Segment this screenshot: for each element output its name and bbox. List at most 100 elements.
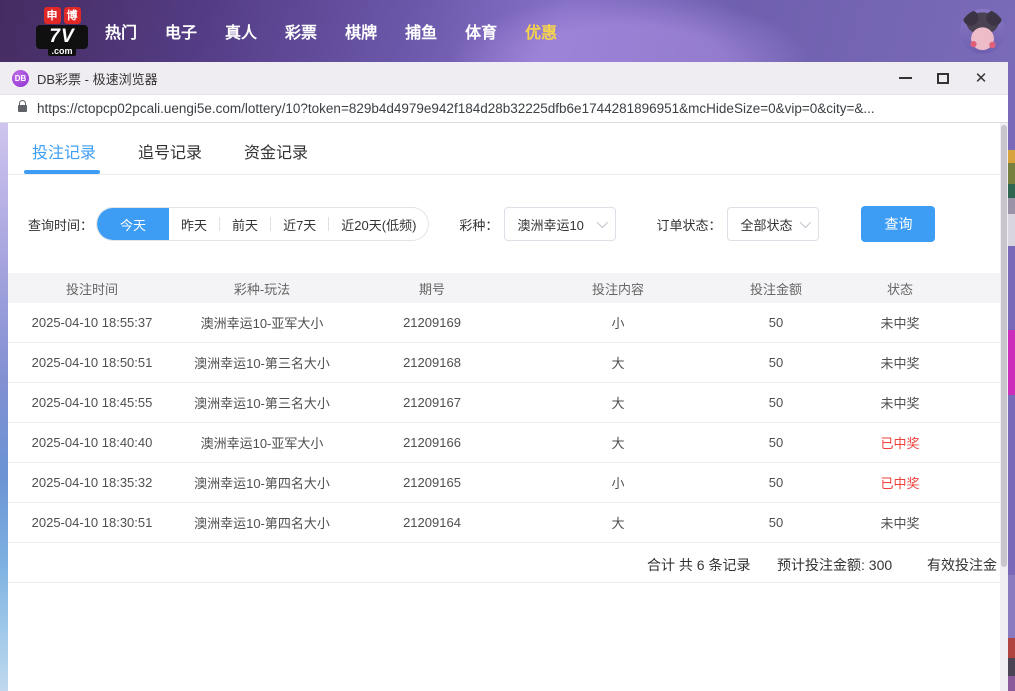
time-option-yesterday[interactable]: 昨天 bbox=[169, 207, 219, 241]
nav-item-slots[interactable]: 电子 bbox=[165, 19, 197, 43]
cell-bet-content: 大 bbox=[516, 513, 720, 532]
cell-bet-amount: 50 bbox=[720, 315, 832, 330]
col-game-play: 彩种-玩法 bbox=[176, 279, 348, 298]
table-header: 投注时间 彩种-玩法 期号 投注内容 投注金额 状态 bbox=[8, 273, 1000, 303]
nav-item-live[interactable]: 真人 bbox=[225, 19, 257, 43]
logo-badge-bo: 博 bbox=[64, 7, 81, 24]
cell-game-play: 澳洲幸运10-第三名大小 bbox=[176, 393, 348, 412]
table-row: 2025-04-10 18:30:51 澳洲幸运10-第四名大小 2120916… bbox=[8, 503, 1000, 543]
cell-bet-time: 2025-04-10 18:50:51 bbox=[8, 355, 176, 370]
summary-total-records: 合计 共 6 条记录 bbox=[647, 555, 750, 575]
status-select[interactable]: 全部状态 bbox=[727, 207, 819, 241]
status-select-value: 全部状态 bbox=[740, 215, 792, 234]
cell-bet-content: 大 bbox=[516, 433, 720, 452]
filter-bar: 查询时间： 今天 昨天 前天 近7天 近20天(低频) 彩种： 澳洲幸运10 bbox=[28, 207, 1000, 241]
cell-game-play: 澳洲幸运10-亚军大小 bbox=[176, 433, 348, 452]
time-option-7days[interactable]: 近7天 bbox=[271, 207, 328, 241]
cell-bet-time: 2025-04-10 18:30:51 bbox=[8, 515, 176, 530]
cell-bet-content: 大 bbox=[516, 353, 720, 372]
col-bet-amount: 投注金额 bbox=[720, 279, 832, 298]
scrollbar-thumb[interactable] bbox=[1001, 125, 1007, 567]
cell-issue: 21209169 bbox=[348, 315, 516, 330]
minimize-icon bbox=[899, 77, 912, 79]
close-icon: ✕ bbox=[975, 71, 988, 86]
summary-row: 合计 共 6 条记录 预计投注金额: 300 有效投注金 bbox=[8, 543, 1000, 583]
cell-bet-time: 2025-04-10 18:45:55 bbox=[8, 395, 176, 410]
maximize-button[interactable] bbox=[924, 65, 962, 91]
nav-item-hot[interactable]: 热门 bbox=[105, 19, 137, 43]
logo-com: .com bbox=[48, 46, 75, 56]
tab-chase-records[interactable]: 追号记录 bbox=[138, 139, 202, 174]
cell-bet-content: 大 bbox=[516, 393, 720, 412]
maximize-icon bbox=[937, 73, 949, 84]
logo-badge-shen: 申 bbox=[44, 7, 61, 24]
table-row: 2025-04-10 18:55:37 澳洲幸运10-亚军大小 21209169… bbox=[8, 303, 1000, 343]
cell-game-play: 澳洲幸运10-第三名大小 bbox=[176, 353, 348, 372]
cell-bet-amount: 50 bbox=[720, 475, 832, 490]
col-status: 状态 bbox=[832, 279, 968, 298]
cell-bet-time: 2025-04-10 18:35:32 bbox=[8, 475, 176, 490]
tab-bet-records[interactable]: 投注记录 bbox=[32, 139, 96, 174]
time-option-day-before[interactable]: 前天 bbox=[220, 207, 270, 241]
time-option-20days[interactable]: 近20天(低频) bbox=[329, 207, 428, 241]
browser-titlebar[interactable]: DB DB彩票 - 极速浏览器 ✕ bbox=[0, 62, 1008, 95]
status-badge: 未中奖 bbox=[832, 513, 968, 532]
col-issue: 期号 bbox=[348, 279, 516, 298]
browser-app-icon: DB bbox=[12, 70, 29, 87]
cell-bet-amount: 50 bbox=[720, 515, 832, 530]
close-button[interactable]: ✕ bbox=[962, 65, 1000, 91]
search-button[interactable]: 查询 bbox=[861, 206, 935, 242]
table-row: 2025-04-10 18:45:55 澳洲幸运10-第三名大小 2120916… bbox=[8, 383, 1000, 423]
site-logo[interactable]: 申 博 7V .com bbox=[33, 7, 91, 56]
cell-bet-content: 小 bbox=[516, 313, 720, 332]
cell-issue: 21209165 bbox=[348, 475, 516, 490]
site-nav-menu: 热门 电子 真人 彩票 棋牌 捕鱼 体育 优惠 bbox=[105, 19, 557, 43]
nav-item-sports[interactable]: 体育 bbox=[465, 19, 497, 43]
status-badge-won: 已中奖 bbox=[832, 433, 968, 452]
minimize-button[interactable] bbox=[886, 65, 924, 91]
browser-title: DB彩票 - 极速浏览器 bbox=[37, 69, 158, 88]
cell-game-play: 澳洲幸运10-第四名大小 bbox=[176, 473, 348, 492]
table-row: 2025-04-10 18:35:32 澳洲幸运10-第四名大小 2120916… bbox=[8, 463, 1000, 503]
status-badge: 未中奖 bbox=[832, 353, 968, 372]
scrollbar[interactable] bbox=[1000, 123, 1008, 691]
logo-7v: 7V bbox=[36, 25, 88, 49]
nav-item-promotions[interactable]: 优惠 bbox=[525, 19, 557, 43]
lock-icon bbox=[18, 105, 27, 112]
tab-fund-records[interactable]: 资金记录 bbox=[244, 139, 308, 174]
cell-bet-time: 2025-04-10 18:40:40 bbox=[8, 435, 176, 450]
chevron-down-icon bbox=[800, 217, 811, 228]
user-avatar[interactable] bbox=[960, 9, 1005, 54]
logo-badges: 申 博 bbox=[44, 7, 81, 24]
lottery-filter-label: 彩种： bbox=[459, 215, 498, 234]
lottery-select[interactable]: 澳洲幸运10 bbox=[504, 207, 616, 241]
page-content: 投注记录 追号记录 资金记录 查询时间： 今天 昨天 前天 近7天 近20天(低… bbox=[8, 123, 1000, 691]
nav-item-lottery[interactable]: 彩票 bbox=[285, 19, 317, 43]
nav-item-fishing[interactable]: 捕鱼 bbox=[405, 19, 437, 43]
browser-window: DB DB彩票 - 极速浏览器 ✕ https://ctopcp02pcali.… bbox=[0, 62, 1008, 691]
time-filter-group: 今天 昨天 前天 近7天 近20天(低频) bbox=[96, 207, 429, 241]
cell-game-play: 澳洲幸运10-第四名大小 bbox=[176, 513, 348, 532]
table-row: 2025-04-10 18:40:40 澳洲幸运10-亚军大小 21209166… bbox=[8, 423, 1000, 463]
browser-viewport: 投注记录 追号记录 资金记录 查询时间： 今天 昨天 前天 近7天 近20天(低… bbox=[0, 123, 1008, 691]
record-tabs: 投注记录 追号记录 资金记录 bbox=[8, 123, 1000, 175]
status-badge: 未中奖 bbox=[832, 313, 968, 332]
cell-issue: 21209166 bbox=[348, 435, 516, 450]
page-left-gradient bbox=[0, 123, 8, 691]
cell-issue: 21209167 bbox=[348, 395, 516, 410]
time-option-today[interactable]: 今天 bbox=[97, 207, 169, 241]
cell-issue: 21209164 bbox=[348, 515, 516, 530]
time-filter-label: 查询时间： bbox=[28, 215, 93, 234]
col-bet-content: 投注内容 bbox=[516, 279, 720, 298]
cell-bet-amount: 50 bbox=[720, 435, 832, 450]
nav-item-chess[interactable]: 棋牌 bbox=[345, 19, 377, 43]
table-row: 2025-04-10 18:50:51 澳洲幸运10-第三名大小 2120916… bbox=[8, 343, 1000, 383]
status-badge-won: 已中奖 bbox=[832, 473, 968, 492]
browser-urlbar[interactable]: https://ctopcp02pcali.uengi5e.com/lotter… bbox=[0, 95, 1008, 123]
url-text[interactable]: https://ctopcp02pcali.uengi5e.com/lotter… bbox=[37, 101, 875, 116]
cell-bet-content: 小 bbox=[516, 473, 720, 492]
background-page-sliver bbox=[1008, 62, 1015, 691]
cell-game-play: 澳洲幸运10-亚军大小 bbox=[176, 313, 348, 332]
col-bet-time: 投注时间 bbox=[8, 279, 176, 298]
cell-bet-time: 2025-04-10 18:55:37 bbox=[8, 315, 176, 330]
